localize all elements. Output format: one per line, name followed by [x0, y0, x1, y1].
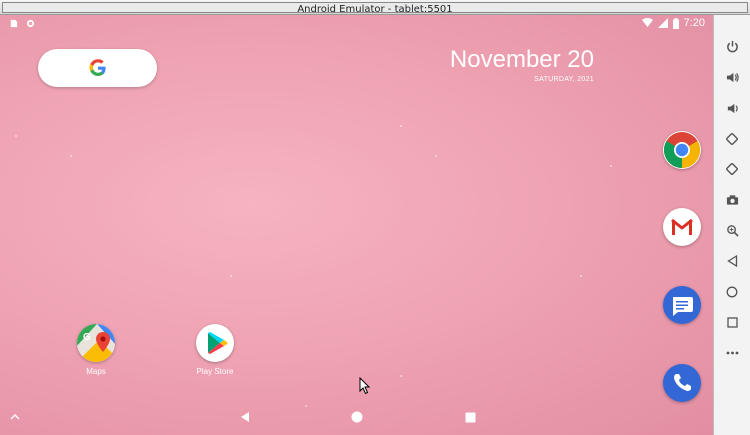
rotate-left-button[interactable]	[722, 129, 742, 149]
zoom-icon	[726, 224, 739, 237]
camera-icon	[726, 195, 738, 205]
status-time: 7:20	[683, 17, 705, 29]
app-maps[interactable]: G Maps	[61, 324, 131, 376]
volume-down-icon	[727, 103, 738, 113]
google-logo-icon	[89, 59, 106, 76]
mouse-cursor-icon	[359, 377, 371, 395]
battery-icon	[672, 17, 679, 29]
chrome-icon[interactable]	[663, 131, 701, 169]
google-search-widget[interactable]	[38, 49, 157, 87]
power-button[interactable]	[722, 36, 742, 56]
home-icon	[726, 286, 738, 298]
window-title-bar[interactable]: Android Emulator - tablet:5501	[0, 0, 750, 15]
phone-icon[interactable]	[663, 364, 701, 402]
weekday-text: SATURDAY, 2021	[534, 76, 594, 83]
back-button[interactable]	[722, 251, 742, 271]
wifi-icon	[641, 18, 653, 27]
sync-icon	[26, 19, 35, 28]
home-button[interactable]	[722, 282, 742, 302]
maps-icon: G	[77, 324, 115, 362]
screenshot-button[interactable]	[722, 190, 742, 210]
recents-square-icon	[465, 412, 475, 422]
wallpaper-sparkle	[435, 155, 437, 157]
nav-recents-button[interactable]	[460, 407, 480, 427]
wallpaper-sparkle	[610, 165, 612, 167]
rotate-left-icon	[726, 133, 738, 145]
status-bar: 7:20	[0, 15, 713, 33]
volume-up-button[interactable]	[722, 67, 742, 87]
emulator-toolbar	[713, 15, 750, 435]
android-screen[interactable]: 7:20 November 20 SATURDAY, 2021 G Maps P…	[0, 15, 713, 435]
more-button[interactable]	[722, 343, 742, 363]
home-circle-icon	[351, 411, 363, 423]
wallpaper-sparkle	[70, 155, 72, 157]
play-store-icon	[196, 324, 234, 362]
navigation-bar	[0, 399, 713, 435]
volume-down-button[interactable]	[722, 98, 742, 118]
overview-button[interactable]	[722, 312, 742, 332]
wallpaper-sparkle	[400, 125, 402, 127]
zoom-button[interactable]	[722, 220, 742, 240]
nav-home-button[interactable]	[347, 407, 367, 427]
overview-icon	[726, 316, 738, 328]
chevron-up-icon	[10, 414, 20, 420]
wallpaper-sparkle	[580, 275, 582, 277]
back-triangle-icon	[241, 412, 249, 422]
volume-up-icon	[726, 72, 739, 82]
back-icon	[726, 255, 737, 267]
messages-icon[interactable]	[663, 286, 701, 324]
app-label: Maps	[86, 367, 106, 376]
wallpaper-sparkle	[400, 375, 402, 377]
sd-card-icon	[10, 19, 18, 28]
wallpaper-sparkle	[15, 135, 17, 137]
date-text: November 20	[449, 46, 594, 73]
svg-text:G: G	[83, 332, 91, 343]
window-title-frame: Android Emulator - tablet:5501	[2, 2, 748, 15]
gmail-icon[interactable]	[663, 208, 701, 246]
rotate-right-icon	[726, 163, 738, 175]
more-icon	[726, 351, 738, 355]
app-label: Play Store	[196, 367, 234, 376]
date-widget[interactable]: November 20 SATURDAY, 2021	[449, 46, 594, 84]
power-icon	[726, 40, 738, 52]
rotate-right-button[interactable]	[722, 159, 742, 179]
signal-icon	[657, 18, 668, 28]
app-play-store[interactable]: Play Store	[180, 324, 250, 376]
wallpaper-sparkle	[230, 275, 232, 277]
app-drawer-button[interactable]	[5, 407, 25, 427]
nav-back-button[interactable]	[235, 407, 255, 427]
